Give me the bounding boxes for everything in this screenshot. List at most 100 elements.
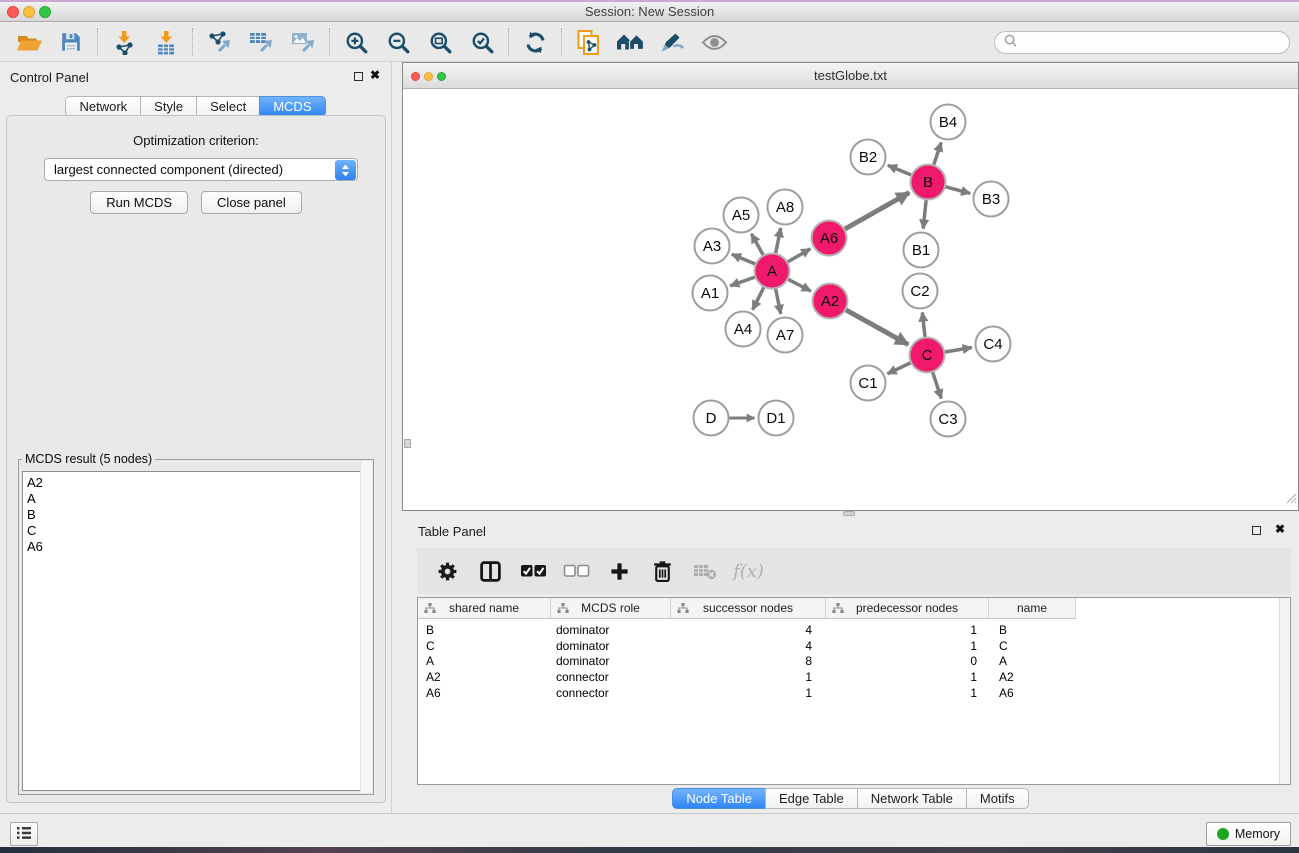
float-panel-icon[interactable] bbox=[354, 72, 363, 81]
network-canvas[interactable]: B4B2BB3A8A5A6A3B1AC2A1A2A4A7C4CC1C3DD1 bbox=[403, 89, 1298, 510]
column-header-shared-name[interactable]: shared name bbox=[418, 598, 551, 619]
delete-column-button[interactable] bbox=[644, 552, 681, 590]
close-panel-icon[interactable]: ✖ bbox=[370, 68, 380, 82]
show-graphics-button[interactable] bbox=[693, 25, 735, 59]
graph-edge-C-C4[interactable] bbox=[944, 348, 972, 353]
mcds-result-item[interactable]: C bbox=[23, 523, 369, 539]
graph-edge-A-A6[interactable] bbox=[787, 249, 810, 262]
table-settings-gear-button[interactable] bbox=[429, 552, 466, 590]
zoom-window-button[interactable] bbox=[39, 6, 51, 18]
table-panel-title: Table Panel bbox=[418, 524, 486, 539]
select-all-rows-button[interactable] bbox=[515, 552, 552, 590]
mcds-result-item[interactable]: B bbox=[23, 507, 369, 523]
close-panel-button[interactable]: Close panel bbox=[201, 191, 302, 214]
home-layout-icon bbox=[616, 31, 645, 53]
column-header-label: shared name bbox=[449, 601, 519, 615]
export-image-button[interactable] bbox=[282, 25, 324, 59]
pen-eye-button[interactable] bbox=[651, 25, 693, 59]
tab-edge-table[interactable]: Edge Table bbox=[765, 788, 858, 809]
hierarchy-icon bbox=[424, 603, 436, 617]
table-row[interactable]: Cdominator41C bbox=[418, 638, 1290, 654]
mcds-tab-content: Optimization criterion: largest connecte… bbox=[6, 115, 386, 803]
graph-edge-A6-B[interactable] bbox=[844, 193, 909, 230]
zoom-fit-button[interactable] bbox=[419, 25, 461, 59]
table-row[interactable]: Adominator80A bbox=[418, 653, 1290, 669]
network-minimize-button[interactable] bbox=[424, 72, 433, 81]
graph-edge-A2-C[interactable] bbox=[845, 310, 908, 345]
tab-motifs[interactable]: Motifs bbox=[966, 788, 1029, 809]
import-network-button[interactable] bbox=[103, 25, 145, 59]
criterion-dropdown[interactable]: largest connected component (directed) bbox=[44, 158, 358, 181]
result-list-scrollbar[interactable] bbox=[360, 461, 372, 793]
save-session-button[interactable] bbox=[50, 25, 92, 59]
export-table-button[interactable] bbox=[240, 25, 282, 59]
run-mcds-button[interactable]: Run MCDS bbox=[90, 191, 188, 214]
toolbar-separator bbox=[329, 28, 330, 56]
graph-edge-A-A7[interactable] bbox=[775, 288, 780, 314]
memory-button[interactable]: Memory bbox=[1206, 822, 1291, 846]
graph-edge-B-B4[interactable] bbox=[934, 142, 942, 165]
mcds-result-item[interactable]: A2 bbox=[23, 475, 369, 491]
mcds-result-item[interactable]: A bbox=[23, 491, 369, 507]
network-zoom-button[interactable] bbox=[437, 72, 446, 81]
graph-edge-A-A8[interactable] bbox=[775, 228, 780, 254]
table-row[interactable]: A6connector11A6 bbox=[418, 685, 1290, 701]
table-cell: connector bbox=[551, 686, 671, 700]
minimize-window-button[interactable] bbox=[23, 6, 35, 18]
tab-network-table[interactable]: Network Table bbox=[857, 788, 967, 809]
add-column-button[interactable] bbox=[601, 552, 638, 590]
graph-edge-A-A2[interactable] bbox=[788, 279, 811, 291]
search-input[interactable] bbox=[1022, 35, 1280, 51]
zoom-selected-button[interactable] bbox=[461, 25, 503, 59]
refresh-view-icon bbox=[523, 30, 548, 55]
window-resize-grip[interactable] bbox=[1283, 490, 1297, 509]
graph-edge-B-B3[interactable] bbox=[945, 187, 970, 194]
column-header-mcds-role[interactable]: MCDS role bbox=[551, 598, 671, 619]
canvas-edge-handle[interactable] bbox=[404, 439, 411, 448]
open-file-button[interactable] bbox=[8, 25, 50, 59]
close-window-button[interactable] bbox=[7, 6, 19, 18]
deselect-all-rows-button[interactable] bbox=[558, 552, 595, 590]
graph-edge-C-C1[interactable] bbox=[887, 363, 911, 374]
network-close-button[interactable] bbox=[411, 72, 420, 81]
export-network-icon bbox=[206, 30, 232, 55]
table-row[interactable]: Bdominator41B bbox=[418, 622, 1290, 638]
tab-select[interactable]: Select bbox=[196, 96, 260, 117]
task-history-button[interactable] bbox=[10, 822, 38, 846]
column-header-successor-nodes[interactable]: successor nodes bbox=[671, 598, 826, 619]
zoom-in-button[interactable] bbox=[335, 25, 377, 59]
split-columns-button[interactable] bbox=[472, 552, 509, 590]
tab-network[interactable]: Network bbox=[65, 96, 141, 117]
table-cell: 4 bbox=[671, 623, 826, 637]
refresh-view-button[interactable] bbox=[514, 25, 556, 59]
graph-edge-A-A4[interactable] bbox=[753, 287, 765, 310]
float-table-panel-icon[interactable] bbox=[1252, 526, 1261, 535]
graph-node-label: D1 bbox=[766, 410, 785, 427]
table-row[interactable]: A2connector11A2 bbox=[418, 669, 1290, 685]
graph-edge-C-C3[interactable] bbox=[932, 372, 941, 399]
duplicate-network-button[interactable] bbox=[567, 25, 609, 59]
close-table-panel-icon[interactable]: ✖ bbox=[1275, 522, 1285, 536]
table-scrollbar[interactable] bbox=[1279, 598, 1290, 784]
graph-node-label: A7 bbox=[776, 327, 794, 344]
export-network-button[interactable] bbox=[198, 25, 240, 59]
graph-edge-B-B2[interactable] bbox=[888, 165, 912, 175]
graph-node-label: A2 bbox=[821, 293, 839, 310]
import-table-button[interactable] bbox=[145, 25, 187, 59]
graph-edge-A-A1[interactable] bbox=[730, 277, 755, 286]
graph-edge-B-B1[interactable] bbox=[923, 199, 926, 228]
column-header-name[interactable]: name bbox=[989, 598, 1076, 619]
graph-edge-C-C2[interactable] bbox=[922, 312, 925, 337]
graph-edge-A-A3[interactable] bbox=[732, 254, 756, 264]
column-header-predecessor-nodes[interactable]: predecessor nodes bbox=[826, 598, 989, 619]
tab-mcds[interactable]: MCDS bbox=[259, 96, 325, 117]
table-cell: 1 bbox=[671, 686, 826, 700]
graph-edge-A-A5[interactable] bbox=[751, 234, 763, 256]
table-cell: A2 bbox=[418, 670, 551, 684]
tab-node-table[interactable]: Node Table bbox=[672, 788, 766, 809]
zoom-out-button[interactable] bbox=[377, 25, 419, 59]
home-layout-button[interactable] bbox=[609, 25, 651, 59]
tab-style[interactable]: Style bbox=[140, 96, 197, 117]
graph-node-label: C bbox=[922, 347, 933, 364]
mcds-result-item[interactable]: A6 bbox=[23, 539, 369, 555]
